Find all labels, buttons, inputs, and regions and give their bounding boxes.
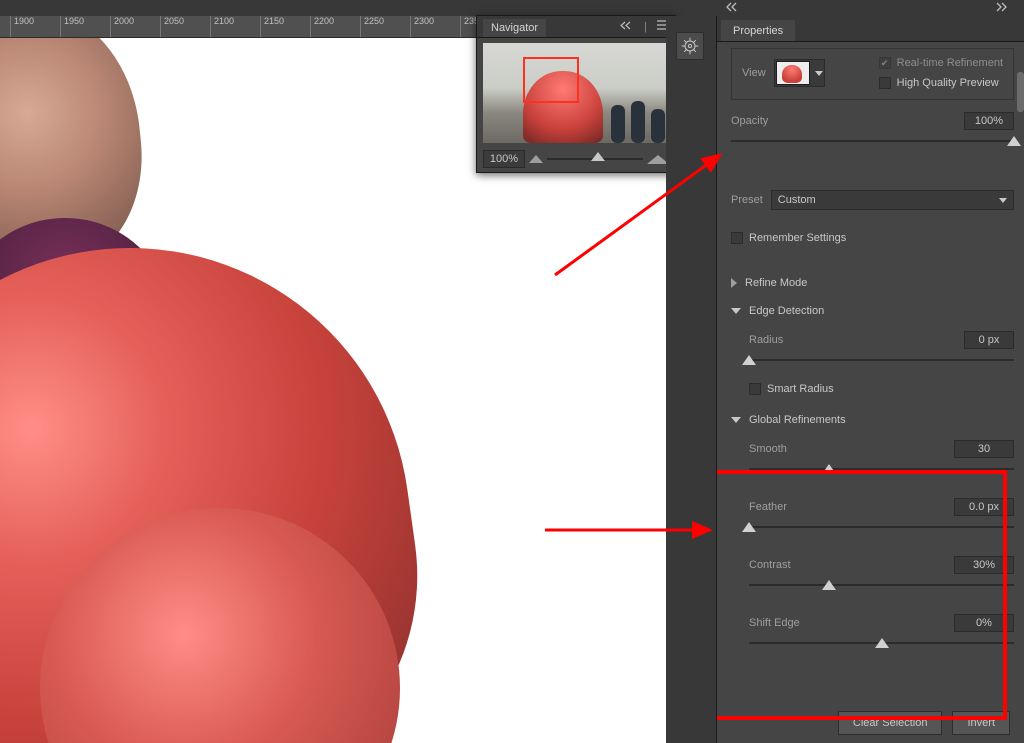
radius-label: Radius bbox=[749, 334, 783, 346]
navigator-viewbox[interactable] bbox=[523, 57, 579, 103]
realtime-refinement-checkbox[interactable]: Real-time Refinement bbox=[879, 57, 1003, 69]
radius-value[interactable]: 0 px bbox=[964, 331, 1014, 349]
ruler-tick: 2150 bbox=[260, 16, 284, 38]
radius-slider[interactable] bbox=[749, 353, 1014, 369]
preset-label: Preset bbox=[731, 194, 763, 206]
opacity-label: Opacity bbox=[731, 115, 768, 127]
clear-selection-button[interactable]: Clear Selection bbox=[838, 711, 943, 735]
preset-select[interactable]: Custom bbox=[771, 190, 1014, 210]
view-thumbnail bbox=[776, 61, 810, 85]
properties-tab[interactable]: Properties bbox=[721, 20, 795, 41]
navigator-tab[interactable]: Navigator bbox=[483, 19, 546, 37]
contrast-label: Contrast bbox=[749, 559, 791, 571]
shift-edge-label: Shift Edge bbox=[749, 617, 800, 629]
shift-edge-value[interactable]: 0% bbox=[954, 614, 1014, 632]
panel-collapse-icon[interactable] bbox=[620, 21, 634, 33]
chevron-down-icon bbox=[815, 71, 823, 76]
ruler-tick: 2300 bbox=[410, 16, 434, 38]
ruler-tick: 2000 bbox=[110, 16, 134, 38]
subject-cutout bbox=[0, 38, 430, 743]
scrollbar[interactable] bbox=[1017, 72, 1024, 112]
ruler-tick: 2250 bbox=[360, 16, 384, 38]
refine-mode-section[interactable]: Refine Mode bbox=[731, 277, 1014, 289]
ruler-tick: 2050 bbox=[160, 16, 184, 38]
ruler-tick: 1900 bbox=[10, 16, 34, 38]
remember-settings-checkbox[interactable]: Remember Settings bbox=[731, 232, 846, 244]
navigator-thumbnail[interactable] bbox=[483, 43, 669, 143]
contrast-value[interactable]: 30% bbox=[954, 556, 1014, 574]
properties-panel: Properties View Real-time Refinement Hig… bbox=[716, 16, 1024, 743]
opacity-slider[interactable] bbox=[731, 134, 1014, 150]
smooth-value[interactable]: 30 bbox=[954, 440, 1014, 458]
opacity-value[interactable]: 100% bbox=[964, 112, 1014, 130]
feather-slider[interactable] bbox=[749, 520, 1014, 536]
view-label: View bbox=[742, 67, 766, 79]
collapse-panels-icon[interactable] bbox=[996, 2, 1012, 15]
chevron-down-icon bbox=[731, 308, 741, 314]
view-mode-dropdown[interactable] bbox=[774, 59, 825, 87]
smart-radius-checkbox[interactable]: Smart Radius bbox=[749, 383, 834, 395]
ship-wheel-icon[interactable] bbox=[676, 32, 704, 60]
navigator-panel[interactable]: Navigator | bbox=[476, 15, 676, 173]
smooth-label: Smooth bbox=[749, 443, 787, 455]
feather-value[interactable]: 0.0 px bbox=[954, 498, 1014, 516]
canvas-zone: 1900195020002050210021502200225023002350… bbox=[0, 16, 666, 743]
ruler-tick: 2100 bbox=[210, 16, 234, 38]
chevron-down-icon bbox=[999, 198, 1007, 203]
chevron-down-icon bbox=[731, 417, 741, 423]
view-group: View Real-time Refinement High Quality P… bbox=[731, 48, 1014, 100]
ruler-tick: 1950 bbox=[60, 16, 84, 38]
invert-button[interactable]: Invert bbox=[952, 711, 1010, 735]
zoom-out-icon[interactable] bbox=[529, 155, 543, 163]
shift-edge-slider[interactable] bbox=[749, 636, 1014, 652]
global-refinements-section[interactable]: Global Refinements bbox=[731, 414, 1014, 426]
ruler-tick: 2200 bbox=[310, 16, 334, 38]
feather-label: Feather bbox=[749, 501, 787, 513]
chevron-right-icon bbox=[731, 278, 737, 288]
high-quality-preview-checkbox[interactable]: High Quality Preview bbox=[879, 77, 1003, 89]
navigator-zoom-slider[interactable] bbox=[547, 150, 643, 168]
collapse-right-panel-icon[interactable] bbox=[725, 2, 741, 15]
smooth-slider[interactable] bbox=[749, 462, 1014, 478]
navigator-zoom-input[interactable] bbox=[483, 150, 525, 168]
contrast-slider[interactable] bbox=[749, 578, 1014, 594]
edge-detection-section[interactable]: Edge Detection bbox=[731, 305, 1014, 317]
